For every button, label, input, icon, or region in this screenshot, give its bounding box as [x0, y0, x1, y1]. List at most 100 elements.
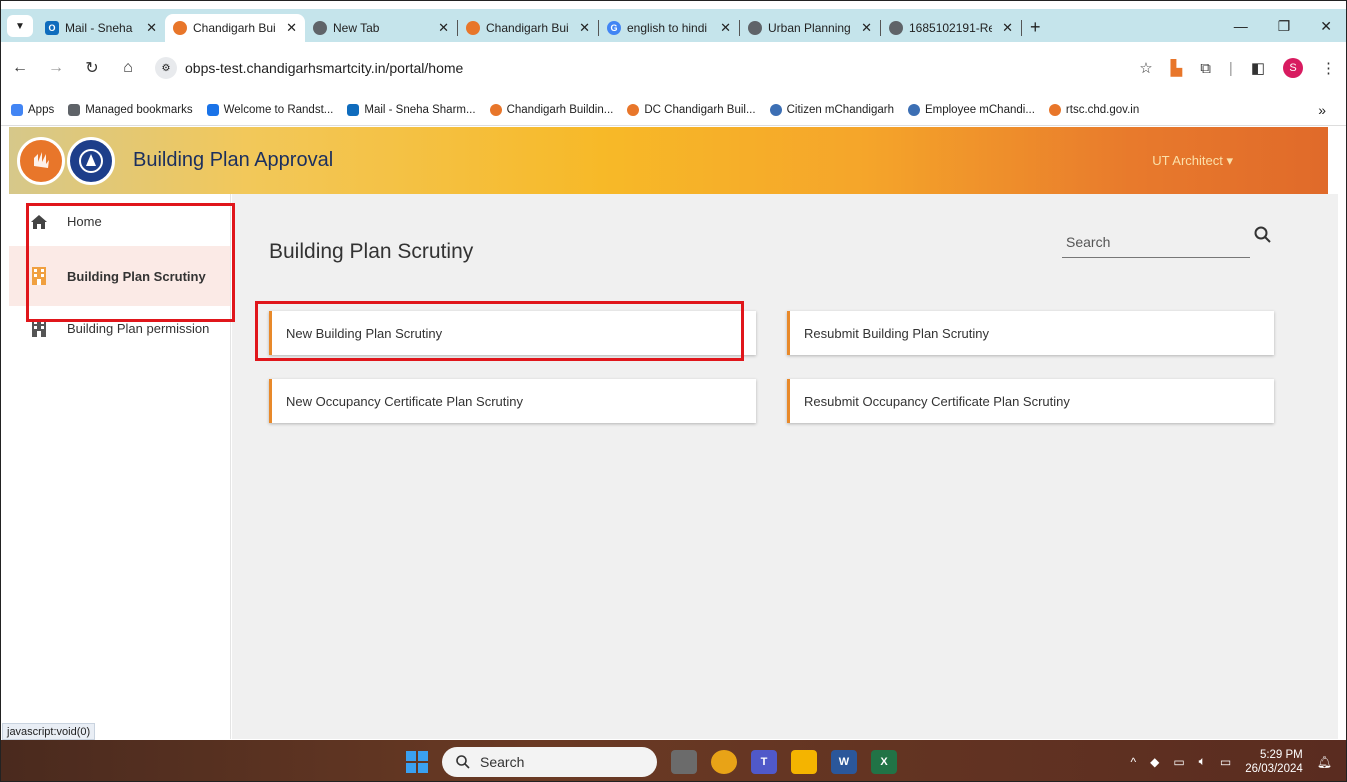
sidebar-item-home[interactable]: Home: [9, 194, 230, 246]
reload-icon[interactable]: ↻: [83, 58, 101, 78]
browser-tab[interactable]: Chandigarh Buil ✕: [458, 14, 598, 42]
bookmark-item[interactable]: Citizen mChandigarh: [769, 103, 894, 116]
site-favicon-icon: [1048, 103, 1061, 116]
page-title: Building Plan Scrutiny: [269, 240, 474, 263]
close-icon[interactable]: ✕: [861, 20, 872, 36]
close-icon[interactable]: ✕: [720, 20, 731, 36]
site-favicon-icon: [489, 103, 502, 116]
top-strip: [1, 1, 1346, 9]
taskbar-search-label: Search: [480, 753, 525, 770]
display-icon[interactable]: ▭: [1173, 755, 1184, 769]
puzzle-icon[interactable]: ⧉: [1200, 60, 1211, 77]
sidebar-item-label: Home: [67, 214, 102, 229]
menu-icon[interactable]: ⋮: [1321, 59, 1336, 77]
tab-title: Chandigarh Buil: [486, 21, 570, 35]
browser-tab[interactable]: O Mail - Sneha Sh ✕: [37, 14, 165, 42]
sidebar-item-building-plan-permission[interactable]: Building Plan permission: [9, 306, 230, 350]
more-bookmarks-icon[interactable]: »: [1318, 102, 1336, 118]
task-view-icon[interactable]: [671, 749, 697, 774]
network-icon[interactable]: ◆: [1150, 755, 1159, 769]
bookmark-managed[interactable]: Managed bookmarks: [68, 103, 193, 116]
search-icon[interactable]: [1254, 226, 1276, 248]
emblem-icon: [907, 103, 920, 116]
restore-icon[interactable]: ❐: [1278, 18, 1291, 35]
browser-tab[interactable]: New Tab ✕: [305, 14, 457, 42]
back-icon[interactable]: ←: [11, 59, 29, 77]
new-building-plan-scrutiny-card[interactable]: New Building Plan Scrutiny: [269, 311, 756, 355]
bookmark-item[interactable]: Mail - Sneha Sharm...: [347, 103, 476, 116]
sidepanel-icon[interactable]: ◧: [1251, 59, 1265, 77]
url-field[interactable]: ⚙ obps-test.chandigarhsmartcity.in/porta…: [155, 57, 463, 79]
word-icon[interactable]: W: [831, 749, 857, 774]
clock[interactable]: 5:29 PM 26/03/2024: [1245, 748, 1303, 776]
browser-tab-active[interactable]: Chandigarh Buil ✕: [165, 14, 305, 42]
outlook-icon: [347, 103, 360, 116]
sidebar-item-label: Building Plan Scrutiny: [67, 268, 206, 284]
site-info-icon[interactable]: ⚙: [155, 57, 177, 79]
site-favicon-icon: [627, 103, 640, 116]
tab-search-button[interactable]: ▼: [7, 15, 33, 37]
taskbar-search[interactable]: Search: [442, 746, 657, 777]
tab-title: New Tab: [333, 21, 380, 35]
excel-icon[interactable]: X: [871, 749, 897, 774]
chevron-up-icon[interactable]: ^: [1130, 755, 1136, 769]
bookmark-label: Chandigarh Buildin...: [506, 103, 614, 116]
bookmark-item[interactable]: DC Chandigarh Buil...: [627, 103, 756, 116]
chandigarh-administration-logo: [17, 136, 65, 185]
teams-icon[interactable]: T: [751, 749, 777, 774]
sidebar-item-building-plan-scrutiny[interactable]: Building Plan Scrutiny: [9, 246, 230, 306]
close-window-icon[interactable]: ✕: [1320, 18, 1332, 35]
chrome-icon: [313, 21, 327, 35]
new-occupancy-certificate-card[interactable]: New Occupancy Certificate Plan Scrutiny: [269, 379, 756, 423]
resubmit-building-plan-scrutiny-card[interactable]: Resubmit Building Plan Scrutiny: [787, 311, 1274, 355]
extension-icon[interactable]: ▙: [1171, 59, 1183, 77]
close-icon[interactable]: ✕: [146, 20, 157, 36]
close-icon[interactable]: ✕: [1002, 20, 1013, 36]
site-favicon-icon: [173, 21, 187, 35]
app-header: Building Plan Approval UT Architect ▾: [9, 127, 1328, 194]
url-text: obps-test.chandigarhsmartcity.in/portal/…: [185, 60, 464, 76]
tab-title: Urban Planning: [768, 21, 851, 35]
battery-icon[interactable]: ▭: [1220, 755, 1231, 769]
tab-title: english to hindi: [627, 21, 708, 35]
bookmark-item[interactable]: Welcome to Randst...: [206, 103, 333, 116]
bookmarks-bar: Apps Managed bookmarks Welcome to Randst…: [1, 94, 1346, 126]
close-icon[interactable]: ✕: [286, 20, 297, 36]
volume-icon[interactable]: 🔈︎: [1199, 754, 1206, 769]
apps-grid-icon: [11, 103, 23, 116]
browser-tab[interactable]: Urban Planning ✕: [740, 14, 880, 42]
search-input[interactable]: [1062, 226, 1250, 257]
folder-icon: [68, 103, 81, 116]
home-icon[interactable]: ⌂: [119, 59, 137, 77]
forward-icon[interactable]: →: [47, 59, 65, 77]
search-icon: [456, 754, 470, 769]
bookmark-item[interactable]: Chandigarh Buildin...: [489, 103, 614, 116]
home-icon: [31, 214, 47, 230]
sidebar-item-label: Building Plan permission: [67, 320, 210, 336]
bookmark-item[interactable]: rtsc.chd.gov.in: [1048, 103, 1139, 116]
new-tab-button[interactable]: +: [1030, 17, 1041, 38]
close-icon[interactable]: ✕: [579, 20, 590, 36]
status-url: javascript:void(0): [2, 723, 96, 740]
bookmark-label: Employee mChandi...: [924, 103, 1035, 116]
profile-avatar[interactable]: S: [1283, 58, 1303, 78]
resubmit-occupancy-certificate-card[interactable]: Resubmit Occupancy Certificate Plan Scru…: [787, 379, 1274, 423]
user-menu-dropdown[interactable]: UT Architect ▾: [1152, 153, 1233, 169]
minimize-icon[interactable]: —: [1234, 18, 1248, 35]
browser-tab[interactable]: 1685102191-Re ✕: [881, 14, 1021, 42]
star-icon[interactable]: ☆: [1139, 59, 1152, 77]
notification-bell-icon[interactable]: 🔔︎: [1317, 755, 1332, 769]
search-field-wrapper: [1062, 226, 1250, 258]
emblem-icon: [769, 103, 782, 116]
windows-start-icon[interactable]: [406, 750, 428, 773]
app-title: Building Plan Approval: [133, 149, 334, 171]
card-label: New Building Plan Scrutiny: [286, 325, 443, 341]
bookmark-apps[interactable]: Apps: [11, 103, 54, 116]
chrome-icon[interactable]: [711, 749, 737, 774]
file-explorer-icon[interactable]: [791, 749, 817, 774]
card-label: New Occupancy Certificate Plan Scrutiny: [286, 393, 523, 409]
browser-tab[interactable]: G english to hindi ✕: [599, 14, 739, 42]
taskbar: Search T W X ^ ◆ ▭ 🔈︎ ▭ 5:29 PM 26/03/20…: [1, 740, 1346, 781]
bookmark-item[interactable]: Employee mChandi...: [907, 103, 1035, 116]
close-icon[interactable]: ✕: [438, 20, 449, 36]
